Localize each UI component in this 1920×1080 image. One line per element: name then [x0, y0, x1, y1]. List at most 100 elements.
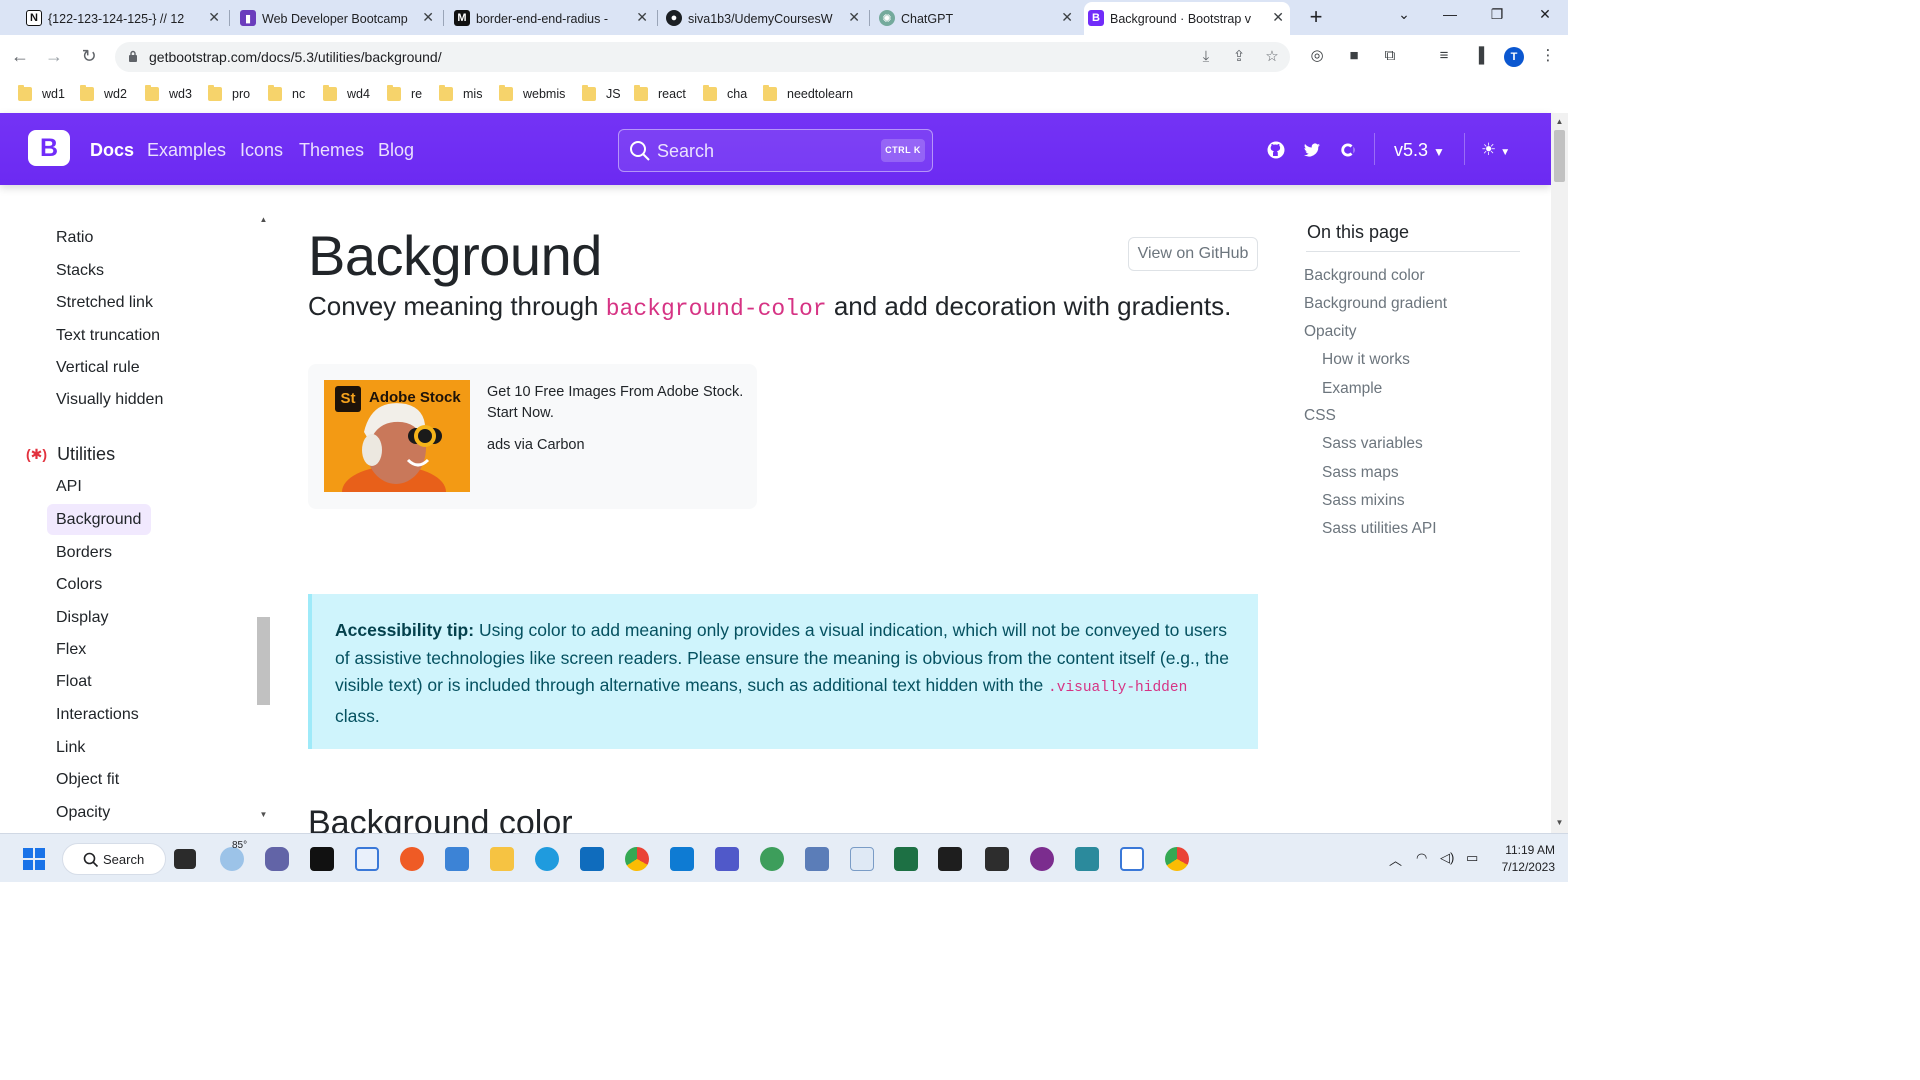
bookmark-item[interactable]: re: [387, 85, 422, 101]
sidebar-item-visually-hidden[interactable]: Visually hidden: [56, 391, 163, 409]
side-panel-icon[interactable]: ▐: [1469, 46, 1489, 66]
ad-image[interactable]: St Adobe Stock: [324, 380, 470, 492]
close-tab-icon[interactable]: ✕: [208, 9, 220, 26]
notepad-icon[interactable]: [445, 847, 469, 871]
browser-tab[interactable]: ✺ ChatGPT ✕: [875, 2, 1079, 35]
sidebar-item-flex[interactable]: Flex: [56, 641, 86, 659]
close-tab-icon[interactable]: ✕: [848, 9, 860, 26]
nav-link-themes[interactable]: Themes: [299, 140, 364, 161]
maximize-button[interactable]: ❐: [1477, 6, 1517, 23]
sidebar-item-text-truncation[interactable]: Text truncation: [56, 327, 160, 345]
close-tab-icon[interactable]: ✕: [1272, 9, 1284, 26]
bookmark-star-icon[interactable]: ☆: [1263, 49, 1281, 67]
terminal-icon[interactable]: [938, 847, 962, 871]
theme-toggle-sun-icon[interactable]: ☀ ▼: [1481, 140, 1521, 160]
address-bar[interactable]: getbootstrap.com/docs/5.3/utilities/back…: [115, 42, 1290, 72]
minimize-button[interactable]: —: [1430, 6, 1470, 22]
close-window-button[interactable]: ✕: [1525, 6, 1565, 23]
sidebar-item-borders[interactable]: Borders: [56, 544, 112, 562]
browser-tab[interactable]: ▮ Web Developer Bootcamp ✕: [236, 2, 440, 35]
toc-link[interactable]: Sass variables: [1322, 435, 1423, 453]
camera-icon[interactable]: ◎: [1307, 46, 1327, 66]
file-explorer-icon[interactable]: [490, 847, 514, 871]
tab-search-chevron-icon[interactable]: ⌄: [1384, 6, 1424, 23]
install-app-icon[interactable]: ⤓: [1197, 49, 1215, 67]
scroll-up-arrow-icon[interactable]: ▲: [258, 215, 269, 224]
bookmark-item[interactable]: react: [634, 85, 686, 101]
performance-monitor-icon[interactable]: [850, 847, 874, 871]
taskbar-search[interactable]: Search: [62, 843, 166, 875]
sidebar-item-interactions[interactable]: Interactions: [56, 706, 139, 724]
scroll-down-arrow-icon[interactable]: ▼: [258, 810, 269, 819]
sidebar-item-object-fit[interactable]: Object fit: [56, 771, 119, 789]
postman-icon[interactable]: [400, 847, 424, 871]
command-prompt-icon[interactable]: [985, 847, 1009, 871]
network-app-icon[interactable]: [805, 847, 829, 871]
scrollbar-thumb[interactable]: [257, 617, 270, 705]
bootstrap-logo[interactable]: B: [28, 130, 70, 166]
sidebar-item-display[interactable]: Display: [56, 609, 108, 627]
bookmark-item[interactable]: needtolearn: [763, 85, 853, 101]
toc-link[interactable]: Sass mixins: [1322, 492, 1405, 510]
outlook-icon[interactable]: [580, 847, 604, 871]
view-on-github-button[interactable]: View on GitHub: [1128, 237, 1258, 271]
close-tab-icon[interactable]: ✕: [422, 9, 434, 26]
share-icon[interactable]: ⇪: [1230, 49, 1248, 67]
toc-link[interactable]: Opacity: [1304, 323, 1357, 341]
more-menu-icon[interactable]: ⋮: [1538, 46, 1558, 66]
nav-link-blog[interactable]: Blog: [378, 140, 414, 161]
ads-via-carbon-link[interactable]: ads via Carbon: [487, 437, 585, 453]
opencollective-icon[interactable]: [1338, 140, 1358, 160]
sidebar-item-ratio[interactable]: Ratio: [56, 229, 93, 247]
bookmark-item[interactable]: wd1: [18, 85, 65, 101]
teams-icon[interactable]: [715, 847, 739, 871]
toc-link[interactable]: Example: [1322, 380, 1382, 398]
close-tab-icon[interactable]: ✕: [636, 9, 648, 26]
sidebar-item-background[interactable]: Background: [56, 511, 141, 529]
volume-icon[interactable]: ◁): [1440, 850, 1454, 866]
scrollbar-thumb[interactable]: [1554, 130, 1565, 182]
browser-tab[interactable]: M border-end-end-radius - ✕: [450, 2, 654, 35]
close-tab-icon[interactable]: ✕: [1061, 9, 1073, 26]
sidebar-item-opacity[interactable]: Opacity: [56, 804, 110, 822]
teams-chat-icon[interactable]: [265, 847, 289, 871]
sidebar-item-float[interactable]: Float: [56, 673, 92, 691]
nav-link-icons[interactable]: Icons: [240, 140, 283, 161]
mail-icon[interactable]: [1120, 847, 1144, 871]
chevron-up-icon[interactable]: ︿: [1389, 850, 1402, 869]
browser-tab-active[interactable]: B Background · Bootstrap v ✕: [1084, 2, 1290, 35]
globe-app-icon[interactable]: [760, 847, 784, 871]
bookmark-item[interactable]: JS: [582, 85, 621, 101]
toc-link[interactable]: Background color: [1304, 267, 1425, 285]
profile-avatar[interactable]: T: [1504, 47, 1524, 67]
battery-icon[interactable]: ▭: [1466, 850, 1478, 866]
puzzle-icon[interactable]: ⧉: [1380, 46, 1400, 66]
nav-link-examples[interactable]: Examples: [147, 140, 226, 161]
forward-button[interactable]: →: [42, 45, 66, 69]
extension-icon[interactable]: ■: [1344, 46, 1364, 66]
task-view-icon[interactable]: [174, 849, 196, 869]
nav-link-docs[interactable]: Docs: [90, 140, 134, 161]
sidebar-item-link[interactable]: Link: [56, 739, 85, 757]
scroll-down-arrow-icon[interactable]: ▼: [1554, 818, 1565, 827]
toc-link[interactable]: Background gradient: [1304, 295, 1447, 313]
chrome-profile-icon[interactable]: [1165, 847, 1189, 871]
sidebar-item-stretched-link[interactable]: Stretched link: [56, 294, 153, 312]
remote-desktop-icon[interactable]: [1075, 847, 1099, 871]
docs-search-button[interactable]: Search CTRL K: [618, 129, 933, 172]
bookmark-item[interactable]: mis: [439, 85, 482, 101]
vscode-icon[interactable]: [670, 847, 694, 871]
new-tab-button[interactable]: +: [1302, 5, 1330, 31]
github-icon[interactable]: [1266, 140, 1286, 160]
bookmark-item[interactable]: pro: [208, 85, 250, 101]
snipping-tool-icon[interactable]: [355, 847, 379, 871]
wifi-icon[interactable]: ◠: [1416, 850, 1427, 866]
reload-button[interactable]: ↻: [77, 45, 101, 69]
toc-link[interactable]: CSS: [1304, 407, 1336, 425]
bookmark-item[interactable]: cha: [703, 85, 747, 101]
browser-tab[interactable]: N {122-123-124-125-} // 12 ✕: [22, 2, 226, 35]
media-queue-icon[interactable]: ≡: [1434, 46, 1454, 66]
webstorm-icon[interactable]: [310, 847, 334, 871]
version-dropdown[interactable]: v5.3 ▼: [1394, 140, 1445, 161]
excel-icon[interactable]: [894, 847, 918, 871]
